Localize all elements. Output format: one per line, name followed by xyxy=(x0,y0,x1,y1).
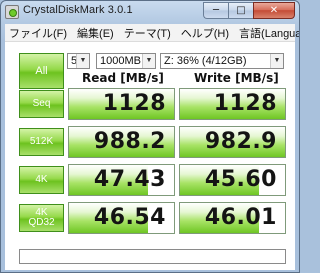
seq-write-value: 1128 xyxy=(213,91,277,116)
4k-qd32-read-value: 46.54 xyxy=(93,205,166,230)
4k-qd32-read-result: 46.54 xyxy=(68,202,175,234)
4k-read-result: 47.43 xyxy=(68,164,175,196)
write-column-header: Write [MB/s] xyxy=(194,71,279,85)
chevron-down-icon: ▼ xyxy=(76,54,89,68)
run-4k-qd32-button[interactable]: 4K QD32 xyxy=(19,204,64,232)
512k-read-value: 988.2 xyxy=(93,129,166,154)
window-controls: ─ □ ✕ xyxy=(203,2,295,20)
4k-write-result: 45.60 xyxy=(179,164,286,196)
close-button[interactable]: ✕ xyxy=(253,2,295,19)
maximize-button[interactable]: □ xyxy=(228,2,253,19)
minimize-icon: ─ xyxy=(212,5,220,16)
drive-value: Z: 36% (4/12GB) xyxy=(164,55,247,67)
seq-read-value: 1128 xyxy=(102,91,166,116)
menu-language[interactable]: 言語(Language) xyxy=(235,25,299,41)
minimize-button[interactable]: ─ xyxy=(203,2,228,19)
close-icon: ✕ xyxy=(269,5,279,16)
run-4k-button[interactable]: 4K xyxy=(19,166,64,194)
run-all-button[interactable]: All xyxy=(19,53,64,89)
4k-write-value: 45.60 xyxy=(204,167,277,192)
maximize-icon: □ xyxy=(236,5,246,16)
test-count-select[interactable]: 5 ▼ xyxy=(67,53,90,69)
menu-help[interactable]: ヘルプ(H) xyxy=(177,25,233,41)
seq-read-result: 1128 xyxy=(68,88,175,120)
4k-read-value: 47.43 xyxy=(93,167,166,192)
window-title: CrystalDiskMark 3.0.1 xyxy=(23,4,133,16)
drive-select[interactable]: Z: 36% (4/12GB) ▼ xyxy=(160,53,284,69)
512k-write-result: 982.9 xyxy=(179,126,286,158)
comment-field[interactable] xyxy=(19,249,286,264)
512k-read-result: 988.2 xyxy=(68,126,175,158)
512k-write-value: 982.9 xyxy=(204,129,277,154)
menu-file[interactable]: ファイル(F) xyxy=(5,25,71,41)
seq-write-result: 1128 xyxy=(179,88,286,120)
run-4k-qd32-label-line2: QD32 xyxy=(28,217,55,228)
test-size-value: 1000MB xyxy=(100,55,141,67)
run-seq-button[interactable]: Seq xyxy=(19,90,64,118)
app-window: CrystalDiskMark 3.0.1 ─ □ ✕ ファイル(F) 編集(E… xyxy=(0,0,300,273)
read-column-header: Read [MB/s] xyxy=(82,71,164,85)
title-bar: CrystalDiskMark 3.0.1 ─ □ ✕ xyxy=(1,1,299,23)
4k-qd32-write-result: 46.01 xyxy=(179,202,286,234)
run-512k-button[interactable]: 512K xyxy=(19,128,64,156)
menu-edit[interactable]: 編集(E) xyxy=(73,25,118,41)
benchmark-panel: All 5 ▼ 1000MB ▼ Z: 36% (4/12GB) ▼ Read … xyxy=(5,42,295,270)
menu-bar: ファイル(F) 編集(E) テーマ(T) ヘルプ(H) 言語(Language) xyxy=(5,24,299,42)
menu-theme[interactable]: テーマ(T) xyxy=(120,25,175,41)
chevron-down-icon: ▼ xyxy=(270,54,283,68)
test-size-select[interactable]: 1000MB ▼ xyxy=(96,53,156,69)
disk-app-icon xyxy=(5,5,19,19)
4k-qd32-write-value: 46.01 xyxy=(204,205,277,230)
chevron-down-icon: ▼ xyxy=(142,54,155,68)
